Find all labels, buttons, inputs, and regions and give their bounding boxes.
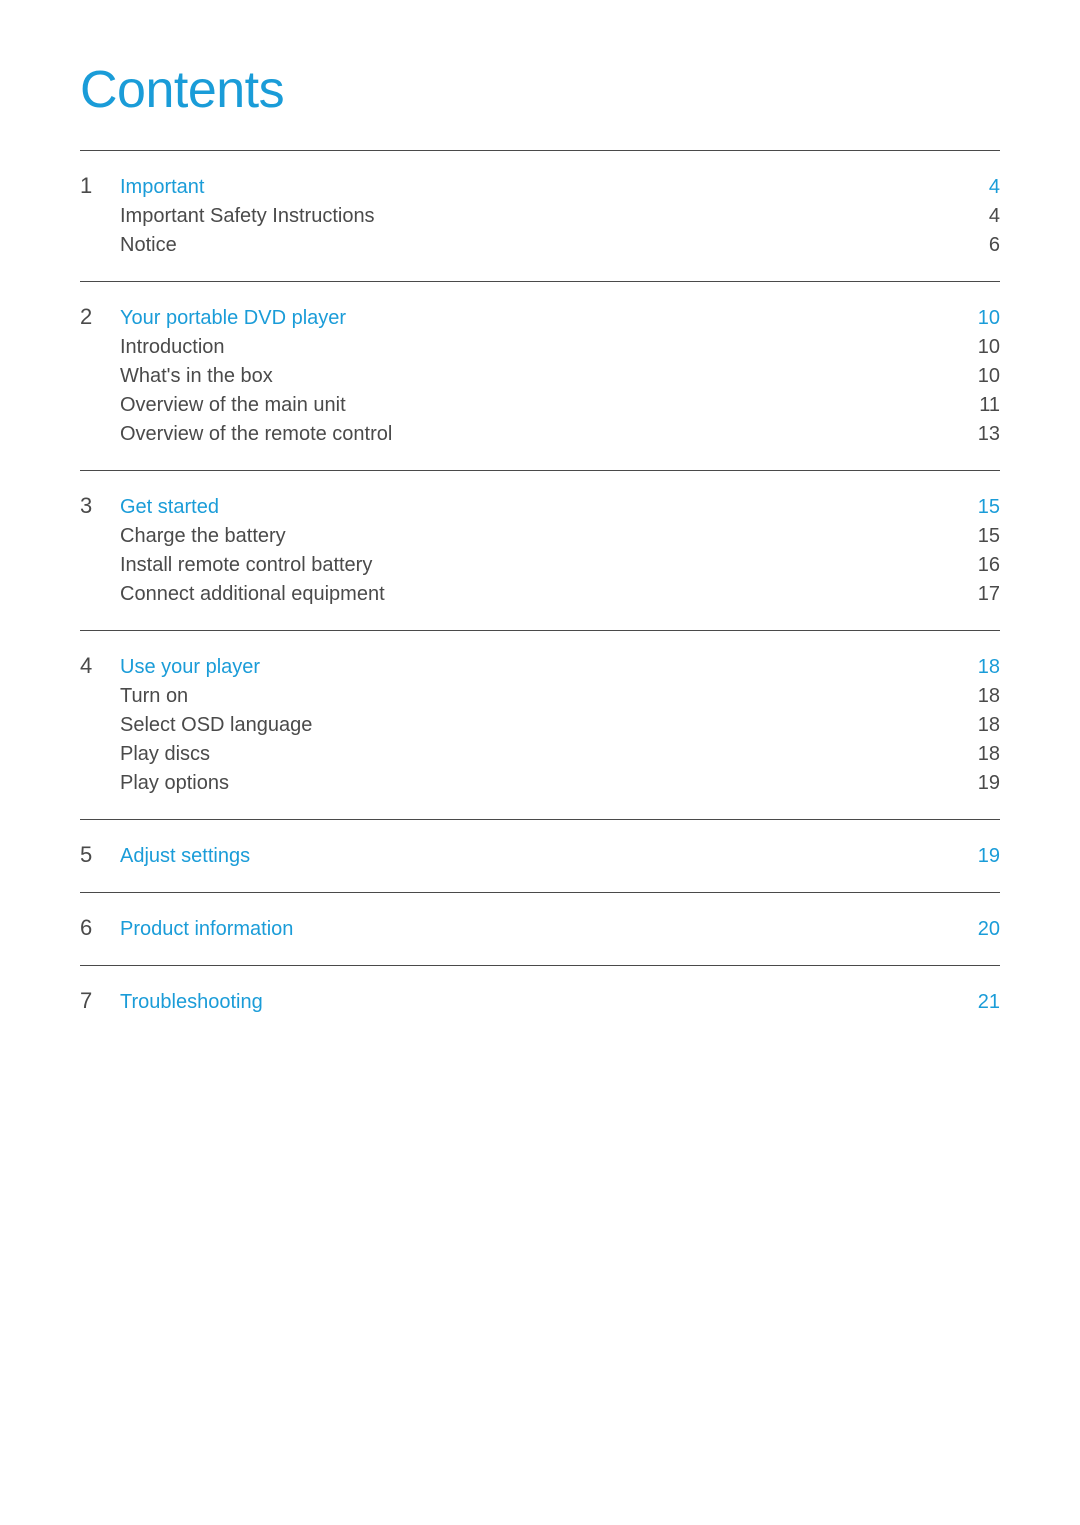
toc-section-title-4: Use your player (120, 656, 960, 679)
toc-subrow-2-2: Overview of the main unit11 (80, 394, 1000, 417)
toc-subrow-2-1: What's in the box10 (80, 365, 1000, 388)
toc-subpage-1-1: 6 (960, 234, 1000, 257)
toc-subrow-3-0: Charge the battery15 (80, 525, 1000, 548)
toc-sublabel-2-3: Overview of the remote control (120, 423, 960, 446)
toc-page-7: 21 (960, 991, 1000, 1014)
toc-subpage-4-0: 18 (960, 685, 1000, 708)
toc-section-4: 4Use your player18Turn on18Select OSD la… (80, 630, 1000, 819)
toc-sublabel-4-0: Turn on (120, 685, 960, 708)
toc-subpage-3-2: 17 (960, 583, 1000, 606)
toc-subrow-4-1: Select OSD language18 (80, 714, 1000, 737)
toc-page-6: 20 (960, 918, 1000, 941)
toc-row-6: 6Product information20 (80, 915, 1000, 941)
toc-subpage-2-2: 11 (960, 394, 1000, 417)
toc-sublabel-3-1: Install remote control battery (120, 554, 960, 577)
toc-sublabel-1-0: Important Safety Instructions (120, 205, 960, 228)
toc-subrow-3-1: Install remote control battery16 (80, 554, 1000, 577)
toc-subpage-1-0: 4 (960, 205, 1000, 228)
toc-section-5: 5Adjust settings19 (80, 819, 1000, 892)
toc-subrow-1-0: Important Safety Instructions4 (80, 205, 1000, 228)
toc-number-5: 5 (80, 842, 120, 868)
toc-number-7: 7 (80, 988, 120, 1014)
page-title: Contents (80, 60, 1000, 120)
toc-page-3: 15 (960, 496, 1000, 519)
toc-sublabel-4-2: Play discs (120, 743, 960, 766)
toc-subpage-3-0: 15 (960, 525, 1000, 548)
toc-section-title-3: Get started (120, 496, 960, 519)
toc-subrow-4-0: Turn on18 (80, 685, 1000, 708)
toc-number-4: 4 (80, 653, 120, 679)
toc-row-3: 3Get started15 (80, 493, 1000, 519)
toc-page-5: 19 (960, 845, 1000, 868)
toc-row-5: 5Adjust settings19 (80, 842, 1000, 868)
toc-subrow-3-2: Connect additional equipment17 (80, 583, 1000, 606)
toc-row-4: 4Use your player18 (80, 653, 1000, 679)
toc-number-1: 1 (80, 173, 120, 199)
toc-sublabel-2-1: What's in the box (120, 365, 960, 388)
toc-page-4: 18 (960, 656, 1000, 679)
toc-subrow-4-3: Play options19 (80, 772, 1000, 795)
toc-sublabel-2-2: Overview of the main unit (120, 394, 960, 417)
toc-section-3: 3Get started15Charge the battery15Instal… (80, 470, 1000, 630)
toc-number-6: 6 (80, 915, 120, 941)
toc-section-6: 6Product information20 (80, 892, 1000, 965)
toc-page-1: 4 (960, 176, 1000, 199)
toc-sublabel-3-2: Connect additional equipment (120, 583, 960, 606)
toc-row-2: 2Your portable DVD player10 (80, 304, 1000, 330)
toc-section-2: 2Your portable DVD player10Introduction1… (80, 281, 1000, 470)
toc-subpage-2-3: 13 (960, 423, 1000, 446)
toc-subrow-2-3: Overview of the remote control13 (80, 423, 1000, 446)
toc-number-2: 2 (80, 304, 120, 330)
toc-section-7: 7Troubleshooting21 (80, 965, 1000, 1038)
toc-section-title-1: Important (120, 176, 960, 199)
toc-section-title-2: Your portable DVD player (120, 307, 960, 330)
toc-subrow-2-0: Introduction10 (80, 336, 1000, 359)
toc-sublabel-4-3: Play options (120, 772, 960, 795)
toc-subpage-3-1: 16 (960, 554, 1000, 577)
toc-sublabel-3-0: Charge the battery (120, 525, 960, 548)
toc-row-1: 1Important4 (80, 173, 1000, 199)
toc-subpage-4-1: 18 (960, 714, 1000, 737)
toc-section-title-6: Product information (120, 918, 960, 941)
toc-section-1: 1Important4Important Safety Instructions… (80, 150, 1000, 281)
toc-subpage-4-2: 18 (960, 743, 1000, 766)
toc-subrow-1-1: Notice6 (80, 234, 1000, 257)
toc-page-2: 10 (960, 307, 1000, 330)
toc-row-7: 7Troubleshooting21 (80, 988, 1000, 1014)
toc-subrow-4-2: Play discs18 (80, 743, 1000, 766)
toc-container: 1Important4Important Safety Instructions… (80, 150, 1000, 1038)
toc-number-3: 3 (80, 493, 120, 519)
toc-subpage-4-3: 19 (960, 772, 1000, 795)
toc-section-title-7: Troubleshooting (120, 991, 960, 1014)
toc-sublabel-1-1: Notice (120, 234, 960, 257)
toc-sublabel-4-1: Select OSD language (120, 714, 960, 737)
toc-section-title-5: Adjust settings (120, 845, 960, 868)
toc-subpage-2-0: 10 (960, 336, 1000, 359)
toc-subpage-2-1: 10 (960, 365, 1000, 388)
toc-sublabel-2-0: Introduction (120, 336, 960, 359)
